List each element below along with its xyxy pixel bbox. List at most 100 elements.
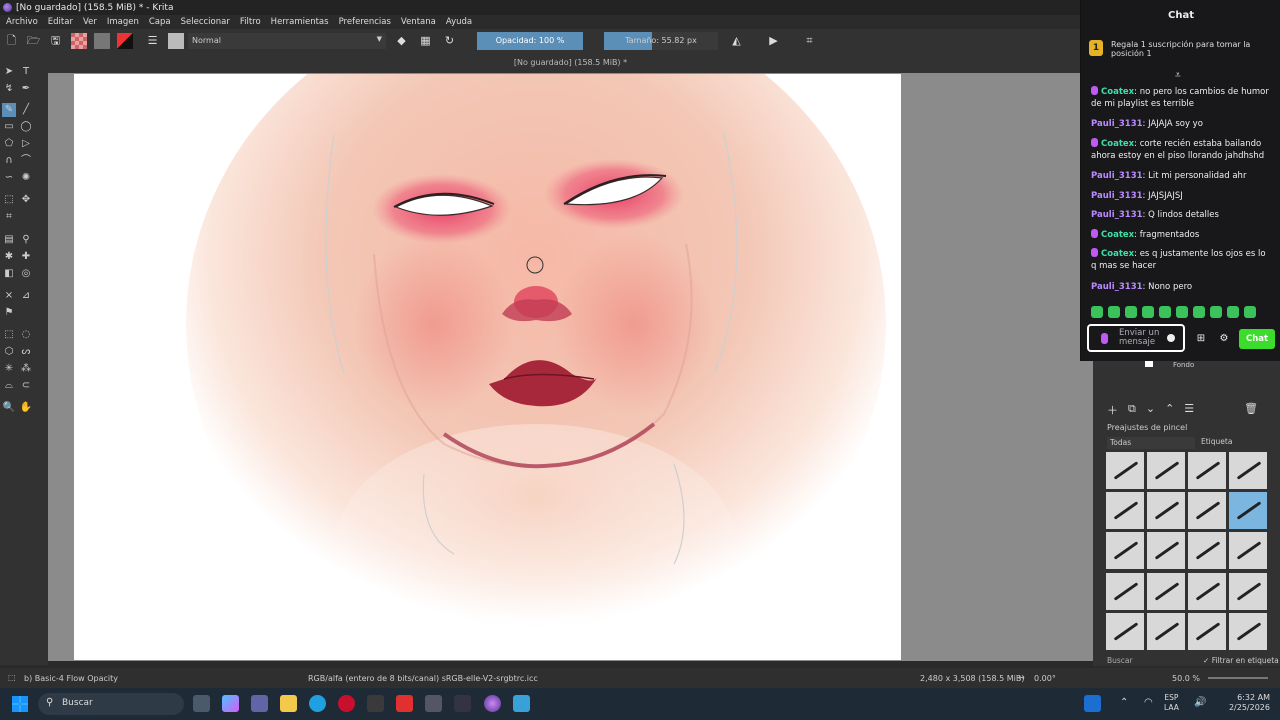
layer-properties-icon[interactable]: ☰ <box>1184 402 1194 416</box>
emote-icon[interactable] <box>1125 306 1137 318</box>
brush-preset-item[interactable] <box>1188 612 1226 650</box>
emote-icon[interactable] <box>1159 306 1171 318</box>
settings-icon[interactable] <box>425 695 442 712</box>
measure-tool-icon[interactable]: ⊿ <box>19 289 33 303</box>
brush-preset-item[interactable] <box>1106 492 1144 530</box>
reload-preset-icon[interactable]: ↻ <box>442 33 457 48</box>
brush-preset-item[interactable] <box>1188 572 1226 610</box>
ellipse-tool-icon[interactable]: ◯ <box>19 120 33 134</box>
move-layer-down-icon[interactable]: ⌄ <box>1146 402 1155 416</box>
emote-icon[interactable] <box>1227 306 1239 318</box>
freehand-selection-tool-icon[interactable]: ᔕ <box>19 345 33 359</box>
gift-sub-promo[interactable]: 1 Regala 1 suscripción para tomar la pos… <box>1089 40 1271 58</box>
bezier-selection-tool-icon[interactable]: ⌓ <box>2 379 16 393</box>
app-icon[interactable] <box>367 695 384 712</box>
menu-herramientas[interactable]: Herramientas <box>271 17 329 27</box>
edit-shapes-tool-icon[interactable]: ↯ <box>2 82 16 96</box>
freehand-path-tool-icon[interactable]: ⌒ <box>19 154 33 168</box>
brush-filter-select[interactable]: Todas <box>1107 437 1195 449</box>
chat-username[interactable]: Pauli_3131 <box>1091 282 1143 292</box>
wifi-icon[interactable]: ◠ <box>1144 697 1153 708</box>
new-document-icon[interactable]: 🗋 <box>4 33 19 48</box>
menu-filtro[interactable]: Filtro <box>240 17 261 27</box>
dynamic-brush-tool-icon[interactable]: ∽ <box>2 171 16 185</box>
windows-start-icon[interactable] <box>12 696 28 712</box>
zoom-tool-icon[interactable]: 🔍 <box>2 401 16 415</box>
brush-preset-item[interactable] <box>1106 532 1144 570</box>
zoom-slider[interactable] <box>1208 677 1268 679</box>
menu-capa[interactable]: Capa <box>149 17 171 27</box>
menu-ayuda[interactable]: Ayuda <box>446 17 472 27</box>
chat-username[interactable]: Coatex <box>1101 230 1134 240</box>
wrap-around-icon[interactable]: ⌗ <box>802 33 817 48</box>
language-indicator[interactable]: ESP LAA <box>1164 693 1179 713</box>
add-layer-icon[interactable]: ＋ <box>1107 402 1118 417</box>
transform-tool-icon[interactable]: ⬚ <box>2 193 16 207</box>
speaker-icon[interactable]: 🔊 <box>1194 697 1206 708</box>
chat-send-button[interactable]: Chat <box>1239 329 1275 349</box>
polyline-tool-icon[interactable]: ▷ <box>19 137 33 151</box>
brush-preset-item[interactable] <box>1188 492 1226 530</box>
emote-icon[interactable] <box>1108 306 1120 318</box>
color-picker-tool-icon[interactable]: ⚲ <box>19 233 33 247</box>
emoji-icon[interactable] <box>1167 334 1175 342</box>
brush-preset-item[interactable] <box>1147 572 1185 610</box>
reference-tool-icon[interactable]: ⚑ <box>2 306 16 320</box>
file-explorer-icon[interactable] <box>280 695 297 712</box>
eraser-icon[interactable]: ◆ <box>394 33 409 48</box>
menu-ventana[interactable]: Ventana <box>401 17 436 27</box>
brush-search-input[interactable]: Buscar <box>1107 656 1133 665</box>
taskbar-search[interactable]: ⚲ Buscar <box>38 693 184 715</box>
brush-preset-item[interactable] <box>1147 492 1185 530</box>
brush-preset-item[interactable] <box>1147 612 1185 650</box>
brush-preset-item[interactable] <box>1188 452 1226 489</box>
brush-preset-item[interactable] <box>1106 452 1144 489</box>
crop-tool-icon[interactable]: ⌗ <box>2 210 16 224</box>
bezier-tool-icon[interactable]: ∩ <box>2 154 16 168</box>
color-selector-icon[interactable] <box>117 33 133 49</box>
tag-selector[interactable]: Etiqueta <box>1201 437 1232 446</box>
smart-patch-tool-icon[interactable]: ✚ <box>19 250 33 264</box>
move-tool-icon[interactable]: ✥ <box>19 193 33 207</box>
calligraphy-tool-icon[interactable]: ✒ <box>19 82 33 96</box>
chat-username[interactable]: Pauli_3131 <box>1091 191 1143 201</box>
open-folder-icon[interactable]: 🗁 <box>26 33 41 48</box>
emote-icon[interactable] <box>1210 306 1222 318</box>
obs-icon[interactable] <box>454 695 471 712</box>
opera-icon[interactable] <box>338 695 355 712</box>
colorize-mask-tool-icon[interactable]: ✱ <box>2 250 16 264</box>
emote-icon[interactable] <box>1193 306 1205 318</box>
move-layer-up-icon[interactable]: ⌃ <box>1165 402 1174 416</box>
menu-ver[interactable]: Ver <box>83 17 97 27</box>
chat-username[interactable]: Pauli_3131 <box>1091 171 1143 181</box>
layer-row[interactable]: Fondo <box>1145 360 1275 369</box>
select-shapes-tool-icon[interactable]: ➤ <box>2 65 16 79</box>
current-brush-name[interactable]: b) Basic-4 Flow Opacity <box>24 674 118 683</box>
tray-chevron-icon[interactable]: ⌃ <box>1120 697 1128 708</box>
delete-layer-icon[interactable]: 🗑 <box>1244 402 1258 416</box>
teams-icon[interactable] <box>251 695 268 712</box>
polygonal-selection-tool-icon[interactable]: ⬡ <box>2 345 16 359</box>
emote-icon[interactable] <box>1176 306 1188 318</box>
brush-preset-item[interactable] <box>1229 452 1267 489</box>
save-icon[interactable]: 🖫 <box>48 33 63 48</box>
brush-preset-item[interactable] <box>1229 572 1267 610</box>
brush-preset-icon[interactable] <box>168 33 184 49</box>
rectangular-selection-tool-icon[interactable]: ⬚ <box>2 328 16 342</box>
emote-icon[interactable] <box>1142 306 1154 318</box>
polygon-tool-icon[interactable]: ⬠ <box>2 137 16 151</box>
filter-tag-checkbox[interactable]: ✓ Filtrar en etiqueta <box>1203 656 1279 665</box>
brush-preset-item[interactable] <box>1229 492 1267 530</box>
menu-imagen[interactable]: Imagen <box>107 17 139 27</box>
emote-icon[interactable] <box>1244 306 1256 318</box>
brush-preset-item[interactable] <box>1147 532 1185 570</box>
emote-icon[interactable] <box>1091 306 1103 318</box>
brush-preset-item[interactable] <box>1106 612 1144 650</box>
widget-icon[interactable] <box>1084 695 1101 712</box>
canvas-paper[interactable] <box>74 74 901 660</box>
gift-icon[interactable]: ⊞ <box>1195 333 1207 345</box>
chat-username[interactable]: Pauli_3131 <box>1091 119 1143 129</box>
menu-editar[interactable]: Editar <box>48 17 73 27</box>
similar-selection-tool-icon[interactable]: ⁂ <box>19 362 33 376</box>
chat-message-input[interactable]: Enviar un mensaje <box>1087 324 1185 352</box>
